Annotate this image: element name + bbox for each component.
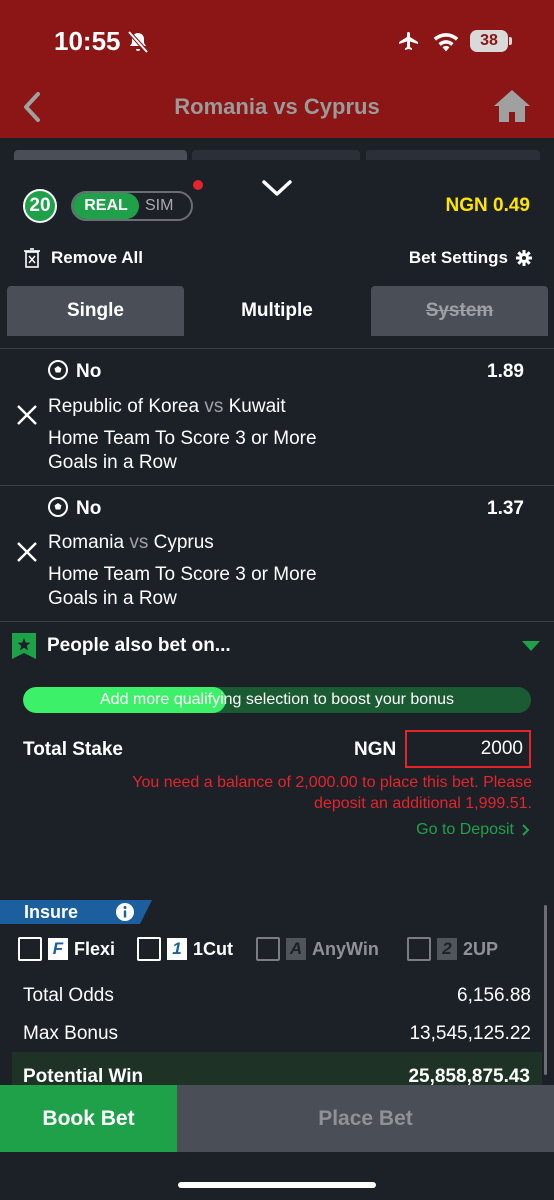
scrollbar[interactable] [544,905,547,1075]
battery-cap [509,37,512,45]
potential-win-label: Potential Win [23,1066,144,1086]
info-icon[interactable] [115,902,135,922]
people-also-bet-on-row[interactable]: People also bet on... [0,622,554,672]
go-to-deposit-link[interactable]: Go to Deposit [416,821,530,839]
real-sim-toggle[interactable]: REAL SIM [71,191,193,221]
strip-tab [366,150,540,160]
two-up-icon: 2 [437,938,457,960]
people-also-bet-on-label: People also bet on... [47,635,231,656]
status-time: 10:55 [54,26,121,56]
checkbox[interactable] [407,937,431,961]
bet-settings-label: Bet Settings [408,248,508,267]
home-team: Romania [48,532,125,553]
selection-odds: 1.37 [487,498,524,519]
selection-match: Romania vs Cyprus [48,532,214,554]
market-line: Home Team To Score 3 or More [48,428,317,449]
chevron-down-icon[interactable] [260,176,294,202]
insure-title: Insure [24,902,79,922]
close-icon[interactable] [16,404,38,426]
market-line: Home Team To Score 3 or More [48,564,317,585]
strip-tab [14,150,187,160]
strip-tab [192,150,360,160]
home-icon[interactable] [492,88,532,124]
market-line: Goals in a Row [48,588,177,609]
potential-win-row: Potential Win 25,858,875.43 [12,1052,542,1086]
stake-input[interactable] [405,730,531,768]
bonus-progress-bar: Add more qualifying selection to boost y… [23,687,531,713]
bet-settings-button[interactable]: Bet Settings [409,247,532,269]
app-header: 10:55 38 Romania vs Cyprus [0,0,554,138]
status-bar: 10:55 38 [0,22,554,62]
option-label: 1Cut [193,938,233,959]
caret-down-icon [522,641,540,651]
error-line: deposit an additional 1,999.51. [314,795,532,812]
page-title: Romania vs Cyprus [174,94,380,119]
trash-icon [24,248,40,268]
chevron-right-icon [522,824,530,836]
selection-market: Home Team To Score 3 or More Goals in a … [48,427,378,475]
option-label: AnyWin [312,938,379,959]
selection-item: No 1.37 Romania vs Cyprus Home Team To S… [0,486,554,622]
selection-pick: No [76,498,102,519]
go-to-deposit-label: Go to Deposit [416,821,514,838]
selection-match: Republic of Korea vs Kuwait [48,396,286,418]
tab-single[interactable]: Single [7,286,184,336]
notification-dot [193,180,203,190]
selection-pick: No [76,361,102,382]
selection-market: Home Team To Score 3 or More Goals in a … [48,563,378,611]
tab-multiple[interactable]: Multiple [190,286,364,336]
away-team: Cyprus [153,532,214,553]
wifi-icon [433,33,459,52]
vs-label: vs [129,532,149,553]
selection-item: No 1.89 Republic of Korea vs Kuwait Home… [0,349,554,485]
insure-option-1cut[interactable]: 1 1Cut [137,936,233,962]
stake-currency: NGN [354,739,397,760]
account-balance: NGN 0.49 [445,195,530,216]
anywin-icon: A [286,938,306,960]
option-label: 2UP [463,938,499,959]
insure-option-anywin[interactable]: A AnyWin [256,936,379,962]
checkbox[interactable] [256,937,280,961]
away-team: Kuwait [228,396,286,417]
book-bet-button[interactable]: Book Bet [0,1085,177,1152]
bonus-message: Add more qualifying selection to boost y… [100,691,454,708]
option-label: Flexi [74,938,116,959]
mode-sim-option[interactable]: SIM [145,193,189,219]
error-line: You need a balance of 2,000.00 to place … [132,774,532,791]
gear-icon [516,250,532,266]
close-icon[interactable] [16,541,38,563]
checkbox[interactable] [18,937,42,961]
remove-all-button[interactable]: Remove All [24,247,143,269]
selection-odds: 1.89 [487,361,524,382]
soccer-ball-icon [48,360,68,380]
insure-option-flexi[interactable]: F Flexi [18,936,115,962]
insure-header: Insure [0,900,152,924]
soccer-ball-icon [48,497,68,517]
total-stake-label: Total Stake [23,739,123,760]
one-cut-icon: 1 [167,938,187,960]
checkbox[interactable] [137,937,161,961]
remove-all-label: Remove All [51,248,143,267]
max-bonus-value: 13,545,125.22 [409,1023,531,1044]
star-ribbon-icon [12,633,36,659]
vs-label: vs [204,396,224,417]
total-odds-label: Total Odds [23,985,114,1006]
home-team: Republic of Korea [48,396,200,417]
home-indicator [178,1182,376,1188]
mode-real-option[interactable]: REAL [73,193,139,219]
total-odds-value: 6,156.88 [457,985,531,1006]
potential-win-value: 25,858,875.43 [408,1066,530,1086]
airplane-icon [399,32,418,50]
tab-system[interactable]: System [371,286,548,336]
selection-count-badge: 20 [23,189,57,223]
bell-muted-icon [127,30,149,54]
insufficient-balance-error: You need a balance of 2,000.00 to place … [60,772,532,814]
market-line: Goals in a Row [48,452,177,473]
max-bonus-label: Max Bonus [23,1023,119,1044]
place-bet-button[interactable]: Place Bet [177,1085,554,1152]
match-tabs-strip [0,138,554,160]
insure-option-2up[interactable]: 2 2UP [407,936,498,962]
battery-indicator: 38 [470,30,508,52]
flexi-icon: F [48,938,68,960]
